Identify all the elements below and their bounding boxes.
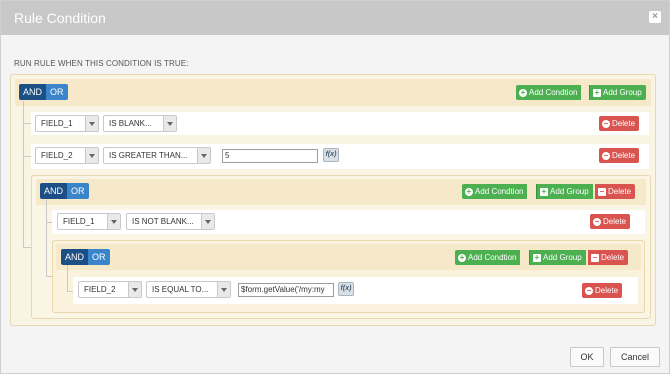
tree-connector [46,200,47,276]
nested-condition-group: AND OR + Add Condtion + Add Group − Dele… [31,175,651,319]
caret-down-icon [85,148,98,163]
operator-select[interactable]: IS GREATER THAN... [103,147,211,164]
minus-square-icon: − [598,186,606,196]
field-select[interactable]: FIELD_1 [57,213,121,230]
plus-square-icon: + [593,87,601,97]
delete-rule-button[interactable]: − Delete [590,214,631,229]
tree-connector [67,265,68,291]
minus-circle-icon: − [602,118,610,128]
minus-circle-icon: − [602,150,610,160]
nested-and-or-toggle: AND OR [40,183,89,199]
caret-down-icon [128,282,141,297]
and-button[interactable]: AND [40,183,68,199]
plus-square-icon: + [533,252,541,262]
plus-circle-icon: + [458,252,466,262]
or-button[interactable]: OR [46,84,68,100]
add-group-button[interactable]: + Add Group [529,250,586,265]
root-condition-group: AND OR + Add Condtion + Add Group FIELD_… [10,74,656,326]
value-input[interactable]: $form.getValue('/my:my [238,283,334,297]
operator-select[interactable]: IS BLANK... [103,115,177,132]
plus-circle-icon: + [519,87,527,97]
close-icon[interactable]: × [649,11,661,23]
caret-down-icon [107,214,120,229]
caret-down-icon [217,282,230,297]
rule-condition-dialog: Rule Condition × RUN RULE WHEN THIS COND… [0,0,670,374]
caret-down-icon [197,148,210,163]
add-group-button[interactable]: + Add Group [589,85,646,100]
caret-down-icon [163,116,176,131]
ok-button[interactable]: OK [570,347,604,367]
delete-group-button[interactable]: − Delete [595,184,636,199]
operator-select[interactable]: IS NOT BLANK... [126,213,215,230]
field-select[interactable]: FIELD_1 [35,115,99,132]
fx-function-button[interactable]: f(x) [323,148,339,162]
add-condition-button[interactable]: + Add Condtion [516,85,582,100]
delete-group-button[interactable]: − Delete [588,250,629,265]
field-select[interactable]: FIELD_2 [78,281,142,298]
and-button[interactable]: AND [61,249,89,265]
caret-down-icon [201,214,214,229]
minus-circle-icon: − [593,216,601,226]
dialog-title: Rule Condition [14,10,106,26]
root-and-or-toggle: AND OR [19,84,68,100]
cancel-button[interactable]: Cancel [610,347,660,367]
nested-and-or-toggle: AND OR [61,249,110,265]
nested-condition-group: AND OR + Add Condtion + Add Group − Dele… [52,240,645,313]
minus-square-icon: − [591,252,599,262]
plus-square-icon: + [540,186,548,196]
dialog-titlebar: Rule Condition × [1,1,669,35]
add-condition-button[interactable]: + Add Condtion [455,250,521,265]
or-button[interactable]: OR [67,183,89,199]
plus-circle-icon: + [465,186,473,196]
delete-rule-button[interactable]: − Delete [582,283,623,298]
delete-rule-button[interactable]: − Delete [599,148,640,163]
field-select[interactable]: FIELD_2 [35,147,99,164]
minus-circle-icon: − [585,285,593,295]
fx-function-button[interactable]: f(x) [338,282,354,296]
add-group-button[interactable]: + Add Group [536,184,593,199]
operator-select[interactable]: IS EQUAL TO... [146,281,231,298]
run-rule-label: RUN RULE WHEN THIS CONDITION IS TRUE: [14,59,189,68]
and-button[interactable]: AND [19,84,47,100]
value-input[interactable]: 5 [222,149,318,163]
delete-rule-button[interactable]: − Delete [599,116,640,131]
add-condition-button[interactable]: + Add Condtion [462,184,528,199]
caret-down-icon [85,116,98,131]
or-button[interactable]: OR [88,249,110,265]
